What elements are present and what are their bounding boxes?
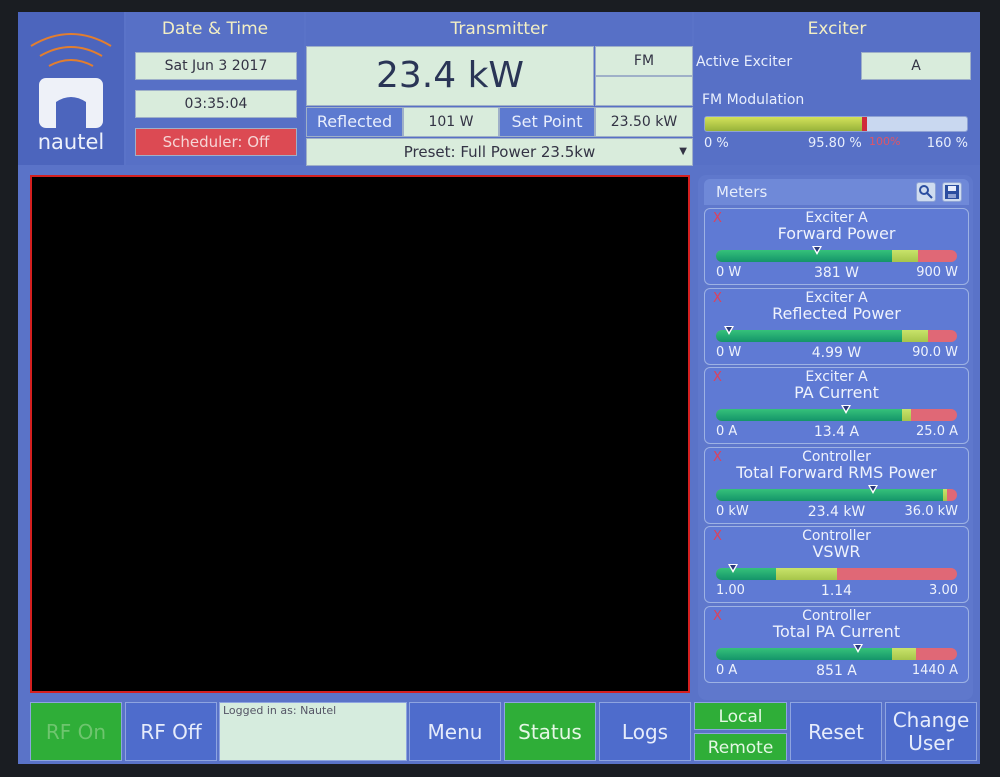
meter-title: Total Forward RMS Power: [736, 462, 937, 482]
change-user-label-line1: Change: [892, 708, 970, 732]
remote-button[interactable]: Remote: [694, 733, 787, 761]
exciter-panel: Exciter Active Exciter A FM Modulation 0…: [694, 12, 980, 165]
transmitter-screen: nautel Date & Time Sat Jun 3 2017 03:35:…: [18, 12, 980, 764]
meter-green-segment: [716, 568, 777, 580]
meters-title: Meters: [716, 183, 768, 201]
status-button[interactable]: Status: [504, 702, 596, 761]
meter-card[interactable]: X Exciter A PA Current 0 A 13.4 A 25.0 A: [704, 367, 969, 444]
meter-yellow-segment: [891, 647, 917, 660]
fm-modulation-peak-marker: [862, 117, 868, 131]
meter-yellow-segment: [901, 409, 912, 421]
meter-bar: [716, 647, 957, 660]
meter-title: VSWR: [812, 542, 861, 561]
modulation-value: 95.80 %: [808, 136, 862, 151]
reflected-value: 101 W: [403, 107, 499, 137]
meter-bar: [716, 409, 957, 421]
meter-marker-icon: [867, 484, 878, 494]
meter-max: 1440 A: [911, 662, 958, 678]
meter-card[interactable]: X Exciter A Reflected Power 0 W 4.99 W 90.0 W: [704, 287, 969, 365]
meter-title: Total PA Current: [772, 621, 901, 641]
meter-yellow-segment: [891, 250, 919, 262]
rf-off-button[interactable]: RF Off: [125, 702, 217, 761]
meters-header: Meters: [704, 179, 969, 205]
meter-bar: [716, 488, 957, 501]
reset-button[interactable]: Reset: [790, 702, 882, 761]
meter-bar: [716, 250, 957, 262]
meter-max: 25.0 A: [916, 424, 958, 439]
meter-max: 36.0 kW: [904, 503, 958, 519]
meter-green-segment: [716, 409, 902, 421]
meter-card[interactable]: X Controller VSWR 1.00 1.14 3.00: [704, 526, 969, 603]
save-icon[interactable]: [942, 182, 962, 202]
meter-yellow-segment: [942, 488, 948, 501]
meter-marker-icon: [724, 325, 735, 335]
menu-button[interactable]: Menu: [409, 702, 501, 761]
meter-green-segment: [716, 250, 892, 262]
chevron-down-icon[interactable]: ▼: [679, 139, 687, 165]
meter-max: 3.00: [929, 583, 958, 598]
meter-card[interactable]: X Exciter A Forward Power 0 W 381 W 900 W: [704, 208, 969, 285]
meter-green-segment: [716, 329, 902, 342]
mode-spare-display: [595, 76, 693, 106]
date-display: Sat Jun 3 2017: [135, 52, 297, 80]
scheduler-button[interactable]: Scheduler: Off: [135, 128, 297, 156]
preset-select[interactable]: Preset: Full Power 23.5kw ▼: [306, 138, 693, 166]
meter-marker-icon: [727, 564, 738, 573]
meter-yellow-segment: [901, 329, 929, 342]
exciter-title: Exciter: [807, 19, 867, 39]
logs-button[interactable]: Logs: [599, 702, 691, 761]
meter-yellow-segment: [776, 568, 837, 580]
meter-search-icon[interactable]: [916, 182, 936, 202]
meter-title: PA Current: [794, 383, 879, 402]
local-button[interactable]: Local: [694, 702, 787, 730]
meter-bar: [716, 329, 957, 342]
meter-max: 90.0 W: [912, 344, 958, 360]
date-time-title: Date & Time: [161, 19, 269, 39]
meters-panel: Meters X Exciter A Forward Power 0 W 381 W 90…: [698, 175, 973, 700]
mode-display: FM: [595, 46, 693, 76]
meter-card[interactable]: X Controller Total PA Current 0 A 851 A 1440 …: [704, 605, 969, 683]
transmitter-title: Transmitter: [450, 19, 548, 39]
setpoint-value[interactable]: 23.50 kW: [595, 107, 693, 137]
transmitter-panel: Transmitter 23.4 kW FM Reflected 101 W S…: [306, 12, 693, 166]
login-status-box: Logged in as: Nautel: [219, 702, 407, 761]
time-display: 03:35:04: [135, 90, 297, 118]
rf-on-button[interactable]: RF On: [30, 702, 122, 761]
meter-marker-icon: [812, 246, 823, 255]
logged-in-label: Logged in as: Nautel: [223, 704, 337, 717]
meter-max: 900 W: [916, 265, 958, 280]
meter-title: Forward Power: [777, 224, 896, 243]
meter-bar: [716, 568, 957, 580]
meter-title: Reflected Power: [772, 303, 901, 323]
meter-marker-icon: [841, 405, 852, 414]
setpoint-label: Set Point: [499, 107, 595, 137]
change-user-label-line2: User: [908, 731, 954, 755]
active-exciter-label: Active Exciter: [696, 54, 793, 70]
meter-green-segment: [716, 488, 943, 501]
forward-power-display: 23.4 kW: [306, 46, 594, 106]
date-time-panel: Date & Time Sat Jun 3 2017 03:35:04 Sche…: [126, 12, 304, 165]
video-display-area: [30, 175, 690, 693]
modulation-scale-min: 0 %: [704, 136, 729, 151]
brand-name: nautel: [37, 130, 105, 154]
brand-logo: nautel: [18, 12, 124, 165]
modulation-scale-max: 160 %: [926, 136, 968, 151]
modulation-scale-mark: 100%: [869, 135, 901, 148]
fm-modulation-label: FM Modulation: [702, 92, 805, 108]
change-user-button[interactable]: Change User: [885, 702, 977, 761]
preset-label: Preset: Full Power 23.5kw: [403, 143, 596, 161]
meter-card[interactable]: X Controller Total Forward RMS Power 0 kW 23…: [704, 446, 969, 524]
active-exciter-value: A: [861, 52, 971, 80]
reflected-label: Reflected: [306, 107, 403, 137]
fm-modulation-fill: [705, 117, 863, 131]
fm-modulation-bar: [704, 116, 968, 132]
meter-green-segment: [716, 647, 892, 660]
meter-marker-icon: [853, 643, 864, 653]
